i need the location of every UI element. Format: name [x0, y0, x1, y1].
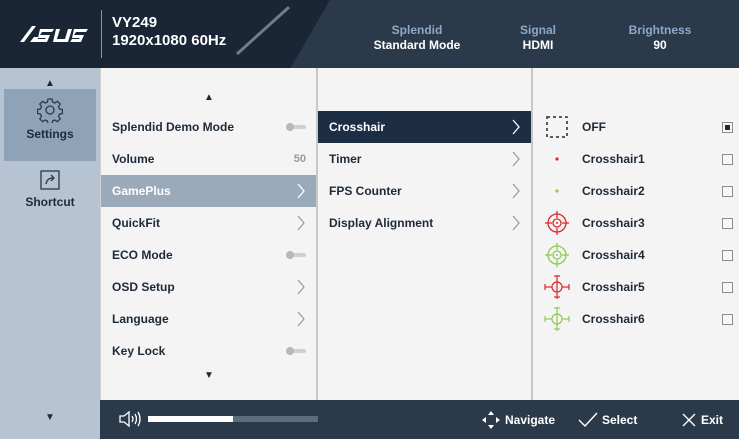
splendid-status: Splendid Standard Mode [373, 23, 461, 52]
chevron-right-icon [297, 183, 305, 199]
red-scope-icon [544, 275, 570, 299]
close-icon [682, 413, 696, 426]
green-target-icon [545, 243, 569, 267]
chevron-right-icon [297, 279, 305, 295]
crosshair-option-4[interactable]: Crosshair4 [533, 239, 739, 271]
crosshair2-checkbox[interactable] [722, 186, 733, 197]
crosshair-option-5[interactable]: Crosshair5 [533, 271, 739, 303]
menu-item-osd-setup[interactable]: OSD Setup [101, 271, 316, 303]
checkmark-icon [578, 412, 598, 427]
gameplus-submenu-column: Crosshair Timer FPS Counter Display Alig… [316, 68, 531, 400]
menu-item-key-lock[interactable]: Key Lock [101, 335, 316, 367]
green-scope-icon [544, 307, 570, 331]
resolution-text: 1920x1080 60Hz [112, 32, 227, 49]
rail-item-shortcut[interactable]: Shortcut [4, 161, 96, 233]
submenu-item-display-alignment[interactable]: Display Alignment [318, 207, 531, 239]
rail-item-settings[interactable]: Settings [4, 89, 96, 161]
navigate-button[interactable]: Navigate [480, 400, 555, 439]
chevron-right-icon [512, 151, 520, 167]
menu-item-quickfit[interactable]: QuickFit [101, 207, 316, 239]
rail-down-arrow-icon[interactable]: ▼ [45, 412, 55, 423]
brightness-status: Brightness 90 [628, 23, 692, 52]
rail-up-arrow-icon[interactable]: ▲ [45, 78, 55, 89]
asus-logo [20, 26, 88, 42]
crosshair5-checkbox[interactable] [722, 282, 733, 293]
chevron-right-icon [512, 215, 520, 231]
model-name: VY249 [112, 14, 158, 31]
menu-down-arrow-icon[interactable]: ▼ [204, 370, 214, 381]
red-dot-icon [555, 157, 559, 161]
crosshair-option-6[interactable]: Crosshair6 [533, 303, 739, 335]
volume-bar-fill [148, 416, 233, 422]
submenu-item-fps-counter[interactable]: FPS Counter [318, 175, 531, 207]
chevron-right-icon [512, 183, 520, 199]
menu-item-volume[interactable]: Volume 50 [101, 143, 316, 175]
crosshair1-checkbox[interactable] [722, 154, 733, 165]
osd-menu: VY249 1920x1080 60Hz Splendid Standard M… [0, 0, 739, 439]
toggle-off-icon[interactable] [286, 251, 306, 259]
volume-value: 50 [293, 153, 306, 165]
volume-bar[interactable] [148, 416, 318, 422]
category-rail: ▲ Settings Shortcut [0, 68, 100, 439]
green-dot-icon [555, 189, 559, 193]
gear-icon [37, 98, 63, 123]
shortcut-arrow-icon [40, 170, 60, 190]
menu-item-language[interactable]: Language [101, 303, 316, 335]
crosshair-options-column: OFF Crosshair1 Crosshair2 Crosshair3 Cro… [531, 68, 739, 400]
menu-up-arrow-icon[interactable]: ▲ [204, 92, 214, 103]
submenu-item-timer[interactable]: Timer [318, 143, 531, 175]
exit-button[interactable]: Exit [680, 400, 723, 439]
header-bar: VY249 1920x1080 60Hz Splendid Standard M… [0, 0, 739, 68]
crosshair-off-checkbox[interactable] [722, 122, 733, 133]
menu-item-gameplus[interactable]: GamePlus [101, 175, 316, 207]
submenu-item-crosshair[interactable]: Crosshair [318, 111, 531, 143]
crosshair3-checkbox[interactable] [722, 218, 733, 229]
crosshair-off-icon [546, 116, 568, 138]
main-menu-column: ▲ Splendid Demo Mode Volume 50 GamePlus … [100, 68, 316, 400]
chevron-right-icon [297, 311, 305, 327]
crosshair-option-off[interactable]: OFF [533, 111, 739, 143]
menu-item-eco-mode[interactable]: ECO Mode [101, 239, 316, 271]
red-target-icon [545, 211, 569, 235]
crosshair-option-3[interactable]: Crosshair3 [533, 207, 739, 239]
speaker-icon [119, 410, 141, 428]
crosshair-option-1[interactable]: Crosshair1 [533, 143, 739, 175]
select-button[interactable]: Select [577, 400, 637, 439]
crosshair4-checkbox[interactable] [722, 250, 733, 261]
navigate-icon [482, 410, 500, 429]
crosshair-option-2[interactable]: Crosshair2 [533, 175, 739, 207]
chevron-right-icon [512, 119, 520, 135]
chevron-right-icon [297, 215, 305, 231]
signal-status: Signal HDMI [519, 23, 556, 52]
toggle-off-icon[interactable] [286, 123, 306, 131]
menu-item-splendid-demo-mode[interactable]: Splendid Demo Mode [101, 111, 316, 143]
footer-bar: ▼ Navigate Select Exit [0, 400, 739, 439]
toggle-off-icon[interactable] [286, 347, 306, 355]
crosshair6-checkbox[interactable] [722, 314, 733, 325]
